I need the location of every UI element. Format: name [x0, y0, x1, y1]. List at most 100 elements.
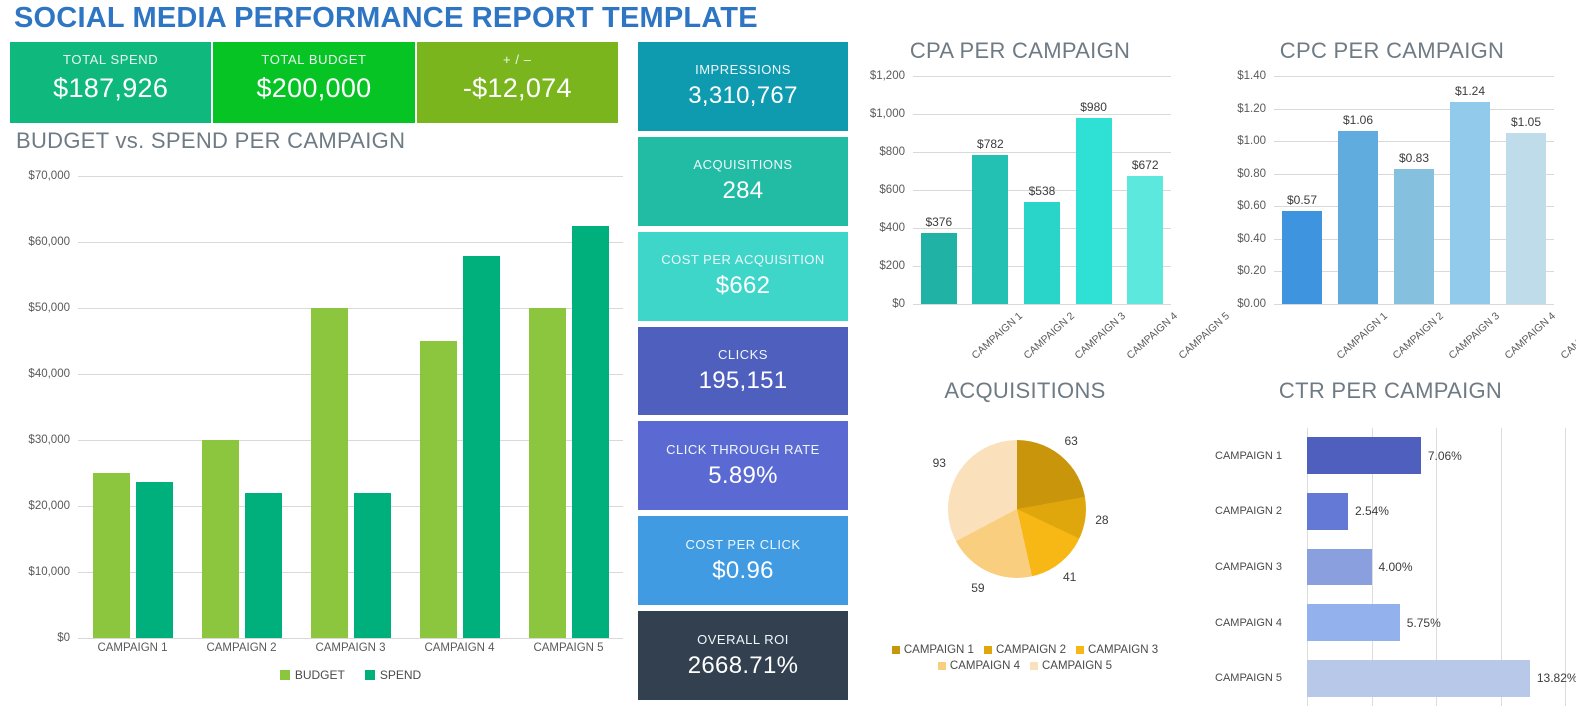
bar-budget[interactable] [201, 440, 239, 638]
legend-swatch [983, 646, 992, 654]
x-axis-label: CAMPAIGN 2 [1390, 310, 1446, 362]
x-axis-label: CAMPAIGN 1 [97, 642, 168, 654]
y-axis-tick: $200 [879, 260, 905, 272]
bar-5[interactable]: $672 [1127, 158, 1164, 304]
legend-item[interactable]: SPEND [364, 668, 421, 682]
summary-band-value: -$12,074 [462, 73, 572, 103]
ctr-bar-wrap: 5.75% [1307, 595, 1570, 651]
bar-budget[interactable] [92, 473, 130, 638]
kpi-label: COST PER ACQUISITION [661, 252, 825, 268]
acquisitions-legend: CAMPAIGN 1 CAMPAIGN 2 CAMPAIGN 3 CAMPAIGN 4… [860, 644, 1190, 672]
bar-spend[interactable] [244, 492, 282, 638]
summary-band-label: + / – [502, 52, 532, 67]
summary-bands: TOTAL SPEND $187,926 TOTAL BUDGET $200,000 +… [10, 42, 618, 123]
summary-band: + / – -$12,074 [416, 42, 618, 123]
ctr-bar-2[interactable] [1307, 493, 1348, 530]
bar-budget[interactable] [419, 341, 457, 638]
kpi-card[interactable]: COST PER CLICK $0.96 [638, 516, 848, 606]
bar-2[interactable]: $782 [972, 137, 1009, 304]
pie-data-label: 41 [1062, 569, 1077, 584]
budget-vs-spend-legend: BUDGET SPEND [78, 668, 623, 682]
kpi-label: COST PER CLICK [685, 536, 801, 552]
bar-group: $980 [1068, 76, 1120, 304]
bar-groups [78, 176, 623, 638]
bar-group [296, 176, 405, 638]
bar-group [405, 176, 514, 638]
x-axis-label: CAMPAIGN 3 [1072, 310, 1129, 362]
ctr-row: CAMPAIGN 5 13.82% [1215, 650, 1576, 706]
bar-group: $1.24 [1442, 76, 1498, 304]
bar-2[interactable]: $1.06 [1338, 113, 1378, 304]
kpi-card[interactable]: COST PER ACQUISITION $662 [638, 231, 848, 321]
kpi-column: IMPRESSIONS 3,310,767 ACQUISITIONS 284 COST … [638, 42, 848, 701]
bar-3[interactable]: $538 [1023, 184, 1060, 304]
bar-spend[interactable] [462, 255, 500, 638]
y-axis-tick: $0.80 [1237, 167, 1266, 180]
bar-spend[interactable] [135, 481, 173, 638]
bar-group-container: $376 $782 $538 $980 $672 [913, 76, 1171, 304]
bar-4[interactable]: $980 [1075, 100, 1112, 304]
y-axis-tick: $0.60 [1237, 200, 1266, 213]
bar-group: $672 [1119, 76, 1171, 304]
kpi-card[interactable]: ACQUISITIONS 284 [638, 136, 848, 226]
ctr-bar-4[interactable] [1307, 604, 1400, 641]
legend-item[interactable]: CAMPAIGN 4 [937, 660, 1020, 672]
summary-band-value: $187,926 [53, 73, 169, 103]
y-axis-tick: $1,200 [869, 70, 905, 82]
kpi-card[interactable]: OVERALL ROI 2668.71% [638, 611, 848, 701]
bar-data-label: $782 [977, 137, 1004, 152]
cpa-title: CPA PER CAMPAIGN [909, 38, 1131, 63]
cpc-title: CPC PER CAMPAIGN [1279, 38, 1505, 63]
legend-item[interactable]: CAMPAIGN 5 [1030, 660, 1112, 672]
legend-item[interactable]: CAMPAIGN 2 [983, 644, 1067, 656]
legend-label: CAMPAIGN 2 [995, 644, 1067, 656]
ctr-row-label: CAMPAIGN 3 [1215, 560, 1283, 573]
pie-data-label: 59 [971, 580, 985, 595]
legend-label: CAMPAIGN 1 [903, 644, 974, 656]
legend-item[interactable]: CAMPAIGN 1 [891, 644, 974, 656]
y-axis-tick: $70,000 [28, 170, 70, 182]
ctr-data-label: 4.00% [1378, 559, 1413, 574]
kpi-card[interactable]: CLICK THROUGH RATE 5.89% [638, 421, 848, 511]
kpi-card[interactable]: IMPRESSIONS 3,310,767 [638, 42, 848, 131]
ctr-row-label: CAMPAIGN 2 [1215, 505, 1283, 518]
ctr-row: CAMPAIGN 1 7.06% [1215, 428, 1570, 484]
y-axis-tick: $0.00 [1237, 298, 1266, 310]
legend-swatch [279, 670, 290, 680]
bar-1[interactable]: $376 [920, 215, 957, 304]
ctr-bar-wrap: 2.54% [1307, 484, 1570, 540]
acquisitions-pie [948, 440, 1086, 578]
legend-label: CAMPAIGN 3 [1088, 644, 1159, 656]
legend-label: CAMPAIGN 4 [949, 660, 1020, 672]
ctr-bar-5[interactable] [1307, 659, 1530, 697]
kpi-value: 5.89% [708, 461, 778, 489]
bar-budget[interactable] [528, 308, 566, 638]
ctr-bar-1[interactable] [1307, 437, 1421, 475]
bar-spend[interactable] [353, 492, 391, 638]
kpi-value: $0.96 [712, 556, 774, 584]
bar-5[interactable]: $1.05 [1506, 115, 1546, 304]
legend-item[interactable]: BUDGET [279, 668, 345, 682]
bar-3[interactable]: $0.83 [1394, 151, 1434, 304]
ctr-plot: CAMPAIGN 1 7.06% CAMPAIGN 2 2.54% CAMPAIGN 3… [1215, 428, 1576, 706]
summary-band: TOTAL BUDGET $200,000 [213, 42, 415, 123]
bar-group: $782 [965, 76, 1017, 304]
legend-swatch [1076, 646, 1085, 654]
legend-swatch [891, 646, 900, 654]
bar-group: $0.57 [1274, 76, 1330, 304]
ctr-bar-3[interactable] [1307, 548, 1372, 586]
ctr-data-label: 7.06% [1427, 448, 1462, 463]
cpa-chart: CPA PER CAMPAIGN $0 $200 $400 $600 $800 $1,00… [855, 38, 1232, 368]
bar-budget[interactable] [310, 308, 348, 638]
bar-spend[interactable] [571, 226, 609, 638]
bar-4[interactable]: $1.24 [1450, 84, 1490, 304]
summary-band: TOTAL SPEND $187,926 [10, 42, 212, 123]
ctr-chart: CTR PER CAMPAIGN CAMPAIGN 1 7.06% CAMPAIGN… [1205, 378, 1576, 723]
legend-item[interactable]: CAMPAIGN 3 [1076, 644, 1158, 656]
kpi-value: $662 [715, 272, 771, 300]
bar-1[interactable]: $0.57 [1282, 193, 1322, 304]
legend-label: CAMPAIGN 5 [1042, 660, 1113, 672]
kpi-card[interactable]: CLICKS 195,151 [638, 326, 848, 416]
summary-band-label: TOTAL BUDGET [261, 52, 367, 67]
legend-swatch [937, 662, 946, 670]
